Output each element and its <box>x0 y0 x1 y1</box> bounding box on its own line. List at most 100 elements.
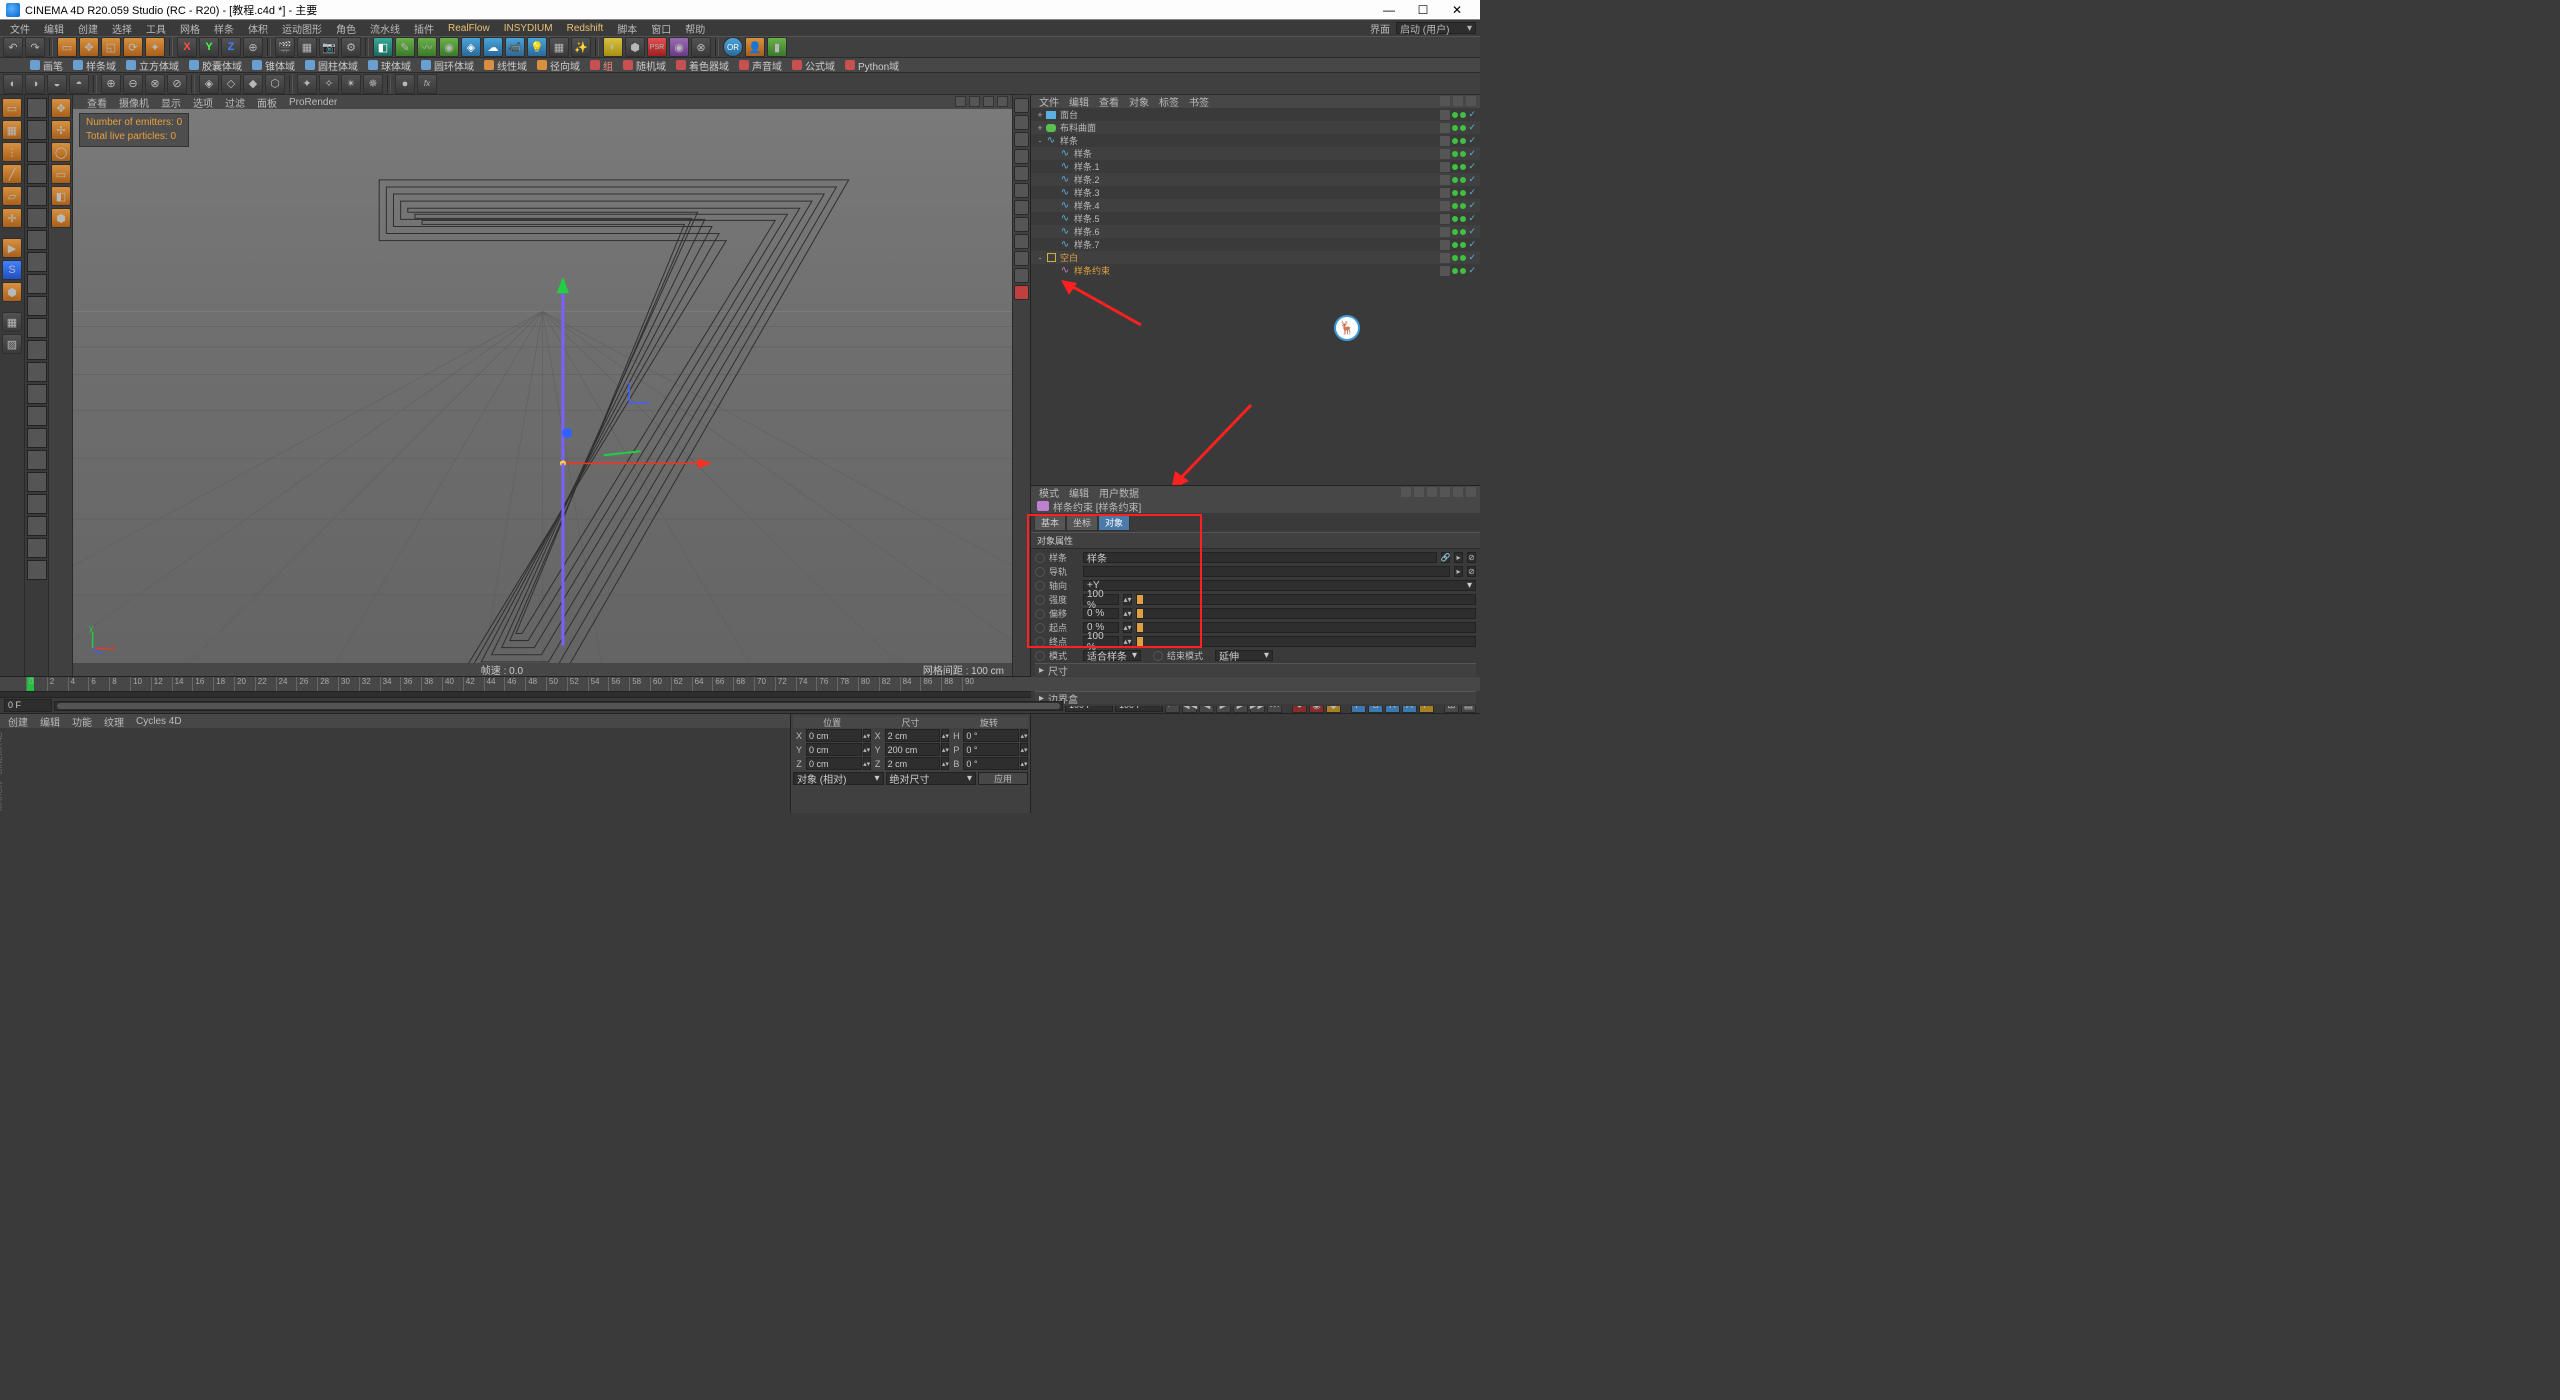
st-random-field[interactable]: 随机域 <box>623 58 666 73</box>
am-nav3[interactable] <box>1427 487 1437 497</box>
lt-workplane[interactable]: ⬢ <box>2 282 22 302</box>
menu-redshift[interactable]: Redshift <box>561 23 610 34</box>
l2-3[interactable]: ◯ <box>51 142 71 162</box>
pal6[interactable] <box>27 208 47 228</box>
person-icon[interactable]: 👤 <box>745 37 765 57</box>
end-slider[interactable] <box>1136 636 1476 647</box>
layer-tag[interactable] <box>1440 201 1450 211</box>
close-button[interactable]: ✕ <box>1440 1 1474 19</box>
rc2[interactable] <box>1014 115 1029 130</box>
vis-render-dot[interactable] <box>1460 138 1466 144</box>
enable-check[interactable]: ✓ <box>1468 252 1476 263</box>
fx2[interactable]: ◑ <box>25 74 45 94</box>
st-cyl-field[interactable]: 圆柱体域 <box>305 58 358 73</box>
mode-select[interactable]: 适合样条▾ <box>1083 650 1141 661</box>
mm-function[interactable]: 功能 <box>72 714 92 729</box>
object-row[interactable]: ∿样条.4✓ <box>1031 199 1480 212</box>
menu-tools[interactable]: 工具 <box>140 21 172 36</box>
am-nav2[interactable] <box>1414 487 1424 497</box>
vpm-options[interactable]: 选项 <box>193 95 213 110</box>
misc-btn[interactable]: ▮ <box>767 37 787 57</box>
pal10[interactable] <box>27 296 47 316</box>
menu-mesh[interactable]: 网格 <box>174 21 206 36</box>
layout-selector[interactable]: 启动 (用户)▾ <box>1396 22 1476 34</box>
pos-field[interactable]: 0 cm <box>806 757 862 770</box>
pal12[interactable] <box>27 340 47 360</box>
expander-icon[interactable]: - <box>1035 136 1045 146</box>
enable-check[interactable]: ✓ <box>1468 148 1476 159</box>
vis-editor-dot[interactable] <box>1452 151 1458 157</box>
vis-editor-dot[interactable] <box>1452 112 1458 118</box>
vis-editor-dot[interactable] <box>1452 229 1458 235</box>
vis-render-dot[interactable] <box>1460 242 1466 248</box>
l2-2[interactable]: ✢ <box>51 120 71 140</box>
menu-pipeline[interactable]: 流水线 <box>364 21 406 36</box>
vpm-panel[interactable]: 面板 <box>257 95 277 110</box>
tl-scrollbar[interactable] <box>54 701 1063 711</box>
render-region[interactable]: ▦ <box>297 37 317 57</box>
lt-grid[interactable]: ▦ <box>2 312 22 332</box>
st-spline-field[interactable]: 样条域 <box>73 58 116 73</box>
or-button[interactable]: OR <box>723 37 743 57</box>
layer-tag[interactable] <box>1440 162 1450 172</box>
lt-edge[interactable]: ╱ <box>2 164 22 184</box>
lt-model[interactable]: ▭ <box>2 98 22 118</box>
vis-render-dot[interactable] <box>1460 203 1466 209</box>
matmgr-content[interactable]: MAXON · CINEMA 4D <box>0 728 790 813</box>
layer-tag[interactable] <box>1440 240 1450 250</box>
om-file[interactable]: 文件 <box>1039 94 1059 109</box>
mm-create[interactable]: 创建 <box>8 714 28 729</box>
lt-snap[interactable]: S <box>2 260 22 280</box>
lt-axis[interactable]: ✛ <box>2 208 22 228</box>
st-radial-field[interactable]: 径向域 <box>537 58 580 73</box>
mm-cycles4d[interactable]: Cycles 4D <box>136 716 182 727</box>
coord-mode1[interactable]: 对象 (相对)▾ <box>793 772 884 785</box>
size-field[interactable]: 2 cm <box>885 757 941 770</box>
vp-pan-icon[interactable] <box>955 96 966 107</box>
enable-check[interactable]: ✓ <box>1468 265 1476 276</box>
vis-render-dot[interactable] <box>1460 164 1466 170</box>
l2-6[interactable]: ⬢ <box>51 208 71 228</box>
rot-field[interactable]: 0 ° <box>963 743 1019 756</box>
pal21[interactable] <box>27 538 47 558</box>
object-row[interactable]: ∿样条.2✓ <box>1031 173 1480 186</box>
st-group-field[interactable]: 组 <box>590 58 613 73</box>
am-nav5[interactable] <box>1453 487 1463 497</box>
layer-tag[interactable] <box>1440 149 1450 159</box>
vis-render-dot[interactable] <box>1460 229 1466 235</box>
clear-icon[interactable]: ⊘ <box>1467 552 1476 563</box>
move-tool[interactable]: ✥ <box>79 37 99 57</box>
minimize-button[interactable]: — <box>1372 1 1406 19</box>
am-nav6[interactable] <box>1466 487 1476 497</box>
vpm-prorender[interactable]: ProRender <box>289 97 337 108</box>
maximize-button[interactable]: ☐ <box>1406 1 1440 19</box>
rot-field[interactable]: 0 ° <box>963 729 1019 742</box>
world-axis[interactable]: ⊕ <box>243 37 263 57</box>
enable-check[interactable]: ✓ <box>1468 239 1476 250</box>
tag4[interactable]: ⊗ <box>691 37 711 57</box>
rot-field[interactable]: 0 ° <box>963 757 1019 770</box>
menu-help[interactable]: 帮助 <box>679 21 711 36</box>
vis-editor-dot[interactable] <box>1452 138 1458 144</box>
layer-tag[interactable] <box>1440 188 1450 198</box>
pal16[interactable] <box>27 428 47 448</box>
rc10[interactable] <box>1014 251 1029 266</box>
layer-tag[interactable] <box>1440 266 1450 276</box>
collapse-bbox[interactable]: ▸边界盒 <box>1035 691 1476 704</box>
render-pv[interactable]: 📷 <box>319 37 339 57</box>
rc7[interactable] <box>1014 200 1029 215</box>
expander-icon[interactable]: - <box>1035 253 1045 263</box>
rc4[interactable] <box>1014 149 1029 164</box>
vpm-display[interactable]: 显示 <box>161 95 181 110</box>
vpm-view[interactable]: 查看 <box>87 95 107 110</box>
st-cone-field[interactable]: 锥体域 <box>252 58 295 73</box>
l2-5[interactable]: ◧ <box>51 186 71 206</box>
size-field[interactable]: 2 cm <box>885 729 941 742</box>
vis-render-dot[interactable] <box>1460 151 1466 157</box>
enable-check[interactable]: ✓ <box>1468 135 1476 146</box>
pal2[interactable] <box>27 120 47 140</box>
vis-render-dot[interactable] <box>1460 216 1466 222</box>
end-value[interactable]: 100 % <box>1083 636 1119 647</box>
coord-mode2[interactable]: 绝对尺寸▾ <box>886 772 977 785</box>
vp-orbit-icon[interactable] <box>983 96 994 107</box>
